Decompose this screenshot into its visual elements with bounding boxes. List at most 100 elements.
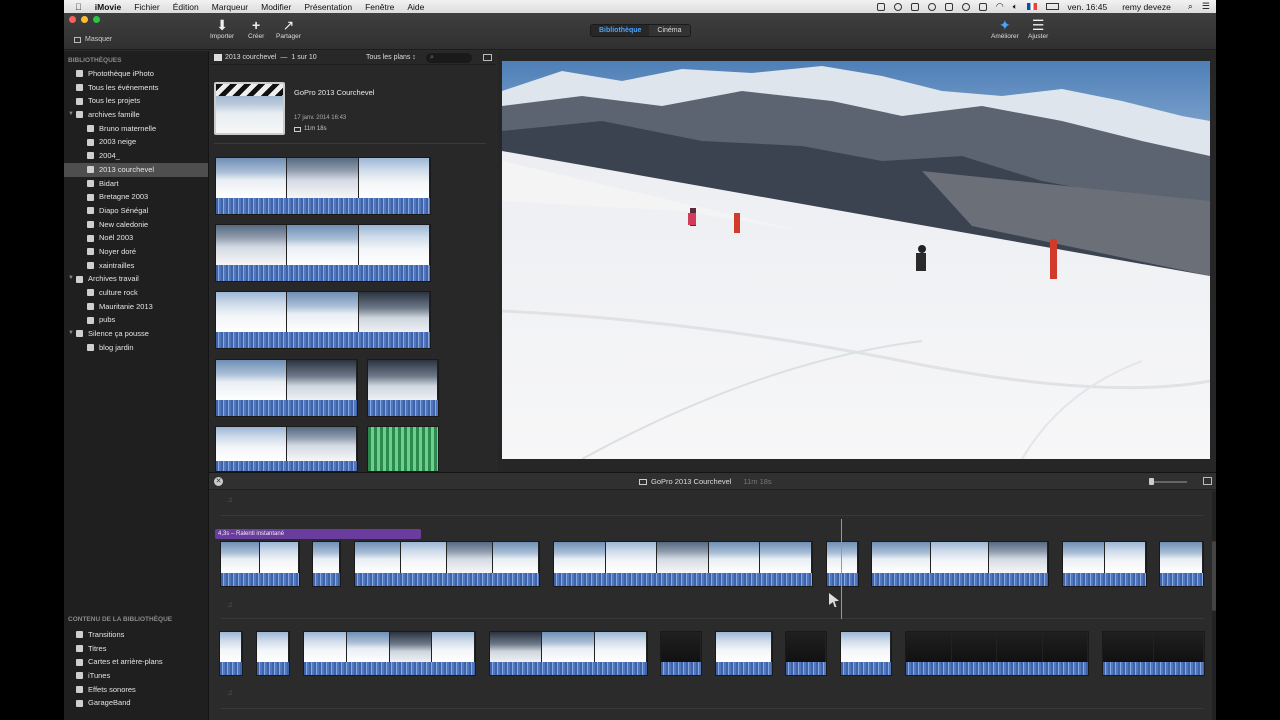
share-button[interactable]: ↗ Partager bbox=[276, 18, 301, 41]
battery-icon[interactable] bbox=[1045, 3, 1059, 10]
clipboard-icon[interactable] bbox=[910, 2, 919, 11]
hide-sidebar-button[interactable]: Masquer bbox=[74, 36, 112, 43]
volume-icon[interactable]: 🔈︎ bbox=[1013, 2, 1018, 12]
video-clip[interactable] bbox=[256, 631, 290, 676]
sidebar-item[interactable]: Bidart bbox=[64, 177, 208, 191]
video-clip[interactable] bbox=[905, 631, 1089, 676]
video-clip[interactable] bbox=[1102, 631, 1205, 676]
scrollbar-thumb[interactable] bbox=[1212, 541, 1216, 611]
minimize-window-button[interactable] bbox=[81, 16, 88, 23]
playhead[interactable] bbox=[841, 519, 842, 619]
video-clip[interactable] bbox=[1062, 541, 1147, 587]
video-clip[interactable] bbox=[367, 359, 439, 417]
create-button[interactable]: + Créer bbox=[248, 18, 264, 41]
video-clip[interactable] bbox=[367, 426, 439, 472]
sidebar-item[interactable]: Noyer doré bbox=[64, 245, 208, 259]
timeline-scrollbar[interactable] bbox=[1212, 491, 1216, 720]
menu-fenetre[interactable]: Fenêtre bbox=[365, 2, 394, 12]
close-project-button[interactable]: ✕ bbox=[214, 477, 223, 486]
apple-icon[interactable]:  bbox=[75, 2, 82, 12]
video-clip[interactable] bbox=[215, 359, 358, 417]
menubar-clock[interactable]: ven. 16:45 bbox=[1068, 2, 1108, 12]
menu-app[interactable]: iMovie bbox=[95, 2, 121, 12]
video-clip[interactable] bbox=[312, 541, 341, 587]
sidebar-item[interactable]: culture rock bbox=[64, 286, 208, 300]
video-clip[interactable] bbox=[553, 541, 813, 587]
video-clip[interactable] bbox=[660, 631, 702, 676]
bluetooth-icon[interactable] bbox=[978, 2, 987, 11]
video-clip[interactable] bbox=[219, 631, 243, 676]
disclosure-triangle-icon[interactable]: ▼ bbox=[68, 272, 74, 286]
sidebar-item[interactable]: 2013 courchevel bbox=[64, 162, 208, 177]
tab-cinema[interactable]: Cinéma bbox=[649, 25, 690, 36]
display-icon[interactable] bbox=[944, 2, 953, 11]
notification-icon[interactable]: ☰ bbox=[1202, 1, 1210, 12]
video-clip[interactable] bbox=[489, 631, 648, 676]
video-clip[interactable] bbox=[840, 631, 892, 676]
menu-fichier[interactable]: Fichier bbox=[134, 2, 160, 12]
status-icon[interactable] bbox=[876, 2, 885, 11]
menu-marqueur[interactable]: Marqueur bbox=[212, 2, 248, 12]
adjust-button[interactable]: ☰ Ajuster bbox=[1028, 18, 1048, 41]
video-clip[interactable] bbox=[220, 541, 300, 587]
menu-aide[interactable]: Aide bbox=[407, 2, 424, 12]
fullscreen-window-button[interactable] bbox=[93, 16, 100, 23]
sidebar-item[interactable]: Diapo Sénégal bbox=[64, 204, 208, 218]
cloud-icon[interactable] bbox=[927, 2, 936, 11]
timeline-settings-icon[interactable] bbox=[1203, 477, 1212, 485]
menu-edition[interactable]: Édition bbox=[173, 2, 199, 12]
clip-size-icon[interactable] bbox=[483, 54, 492, 61]
zoom-slider-knob[interactable] bbox=[1149, 478, 1154, 485]
wifi-icon[interactable]: ◠ bbox=[996, 1, 1004, 12]
sidebar-item[interactable]: blog jardin bbox=[64, 341, 208, 355]
sidebar-item[interactable]: 2003 neige bbox=[64, 135, 208, 149]
tab-library[interactable]: Bibliothèque bbox=[591, 25, 650, 36]
sidebar-item[interactable]: 2004_ bbox=[64, 149, 208, 163]
content-item[interactable]: Effets sonores bbox=[64, 683, 208, 697]
zoom-slider[interactable] bbox=[1149, 478, 1187, 485]
sidebar-item[interactable]: Bretagne 2003 bbox=[64, 190, 208, 204]
sync-icon[interactable] bbox=[893, 2, 902, 11]
disclosure-triangle-icon[interactable]: ▼ bbox=[68, 327, 74, 341]
sidebar-item[interactable]: ▼ Silence ça pousse bbox=[64, 327, 208, 341]
video-clip[interactable] bbox=[215, 224, 431, 282]
video-clip[interactable] bbox=[1159, 541, 1204, 587]
video-clip[interactable] bbox=[215, 426, 358, 472]
video-clip[interactable] bbox=[871, 541, 1049, 587]
project-item[interactable]: GoPro 2013 Courchevel 17 janv. 2014 16:4… bbox=[214, 82, 486, 144]
import-button[interactable]: ⬇︎ Importer bbox=[210, 18, 234, 41]
sidebar-item[interactable]: Mauritanie 2013 bbox=[64, 300, 208, 314]
disclosure-triangle-icon[interactable]: ▼ bbox=[68, 108, 74, 122]
sidebar-item[interactable]: xaintrailles bbox=[64, 259, 208, 273]
close-window-button[interactable] bbox=[69, 16, 76, 23]
sidebar-item[interactable]: Noël 2003 bbox=[64, 231, 208, 245]
sidebar-item[interactable]: Photothèque iPhoto bbox=[64, 67, 208, 81]
search-field[interactable]: ⌕ bbox=[426, 53, 472, 63]
menu-presentation[interactable]: Présentation bbox=[304, 2, 352, 12]
sidebar-item[interactable]: Bruno maternelle bbox=[64, 122, 208, 136]
content-item[interactable]: Titres bbox=[64, 642, 208, 656]
content-item[interactable]: GarageBand bbox=[64, 696, 208, 710]
time-machine-icon[interactable] bbox=[961, 2, 970, 11]
menubar-user[interactable]: remy deveze bbox=[1122, 2, 1171, 12]
sidebar-item[interactable]: Tous les projets bbox=[64, 94, 208, 108]
content-item[interactable]: iTunes bbox=[64, 669, 208, 683]
sidebar-item[interactable]: Tous les événements bbox=[64, 81, 208, 95]
sidebar-item[interactable]: New caledonie bbox=[64, 218, 208, 232]
title-clip[interactable]: 4,3s – Ralenti instantané bbox=[215, 529, 421, 539]
menu-modifier[interactable]: Modifier bbox=[261, 2, 291, 12]
video-clip[interactable] bbox=[354, 541, 540, 587]
spotlight-icon[interactable]: ⌕ bbox=[1188, 1, 1193, 12]
preview-image[interactable] bbox=[502, 61, 1210, 459]
sidebar-item[interactable]: ▼ archives famille bbox=[64, 108, 208, 122]
flag-fr-icon[interactable] bbox=[1026, 3, 1037, 10]
content-item[interactable]: Cartes et arrière-plans bbox=[64, 655, 208, 669]
enhance-button[interactable]: ✦ Améliorer bbox=[991, 18, 1019, 41]
video-clip[interactable] bbox=[715, 631, 773, 676]
video-clip[interactable] bbox=[826, 541, 859, 587]
video-clip[interactable] bbox=[785, 631, 827, 676]
content-item[interactable]: Transitions bbox=[64, 628, 208, 642]
sidebar-item[interactable]: ▼ Archives travail bbox=[64, 272, 208, 286]
video-clip[interactable] bbox=[215, 157, 431, 215]
video-clip[interactable] bbox=[303, 631, 476, 676]
